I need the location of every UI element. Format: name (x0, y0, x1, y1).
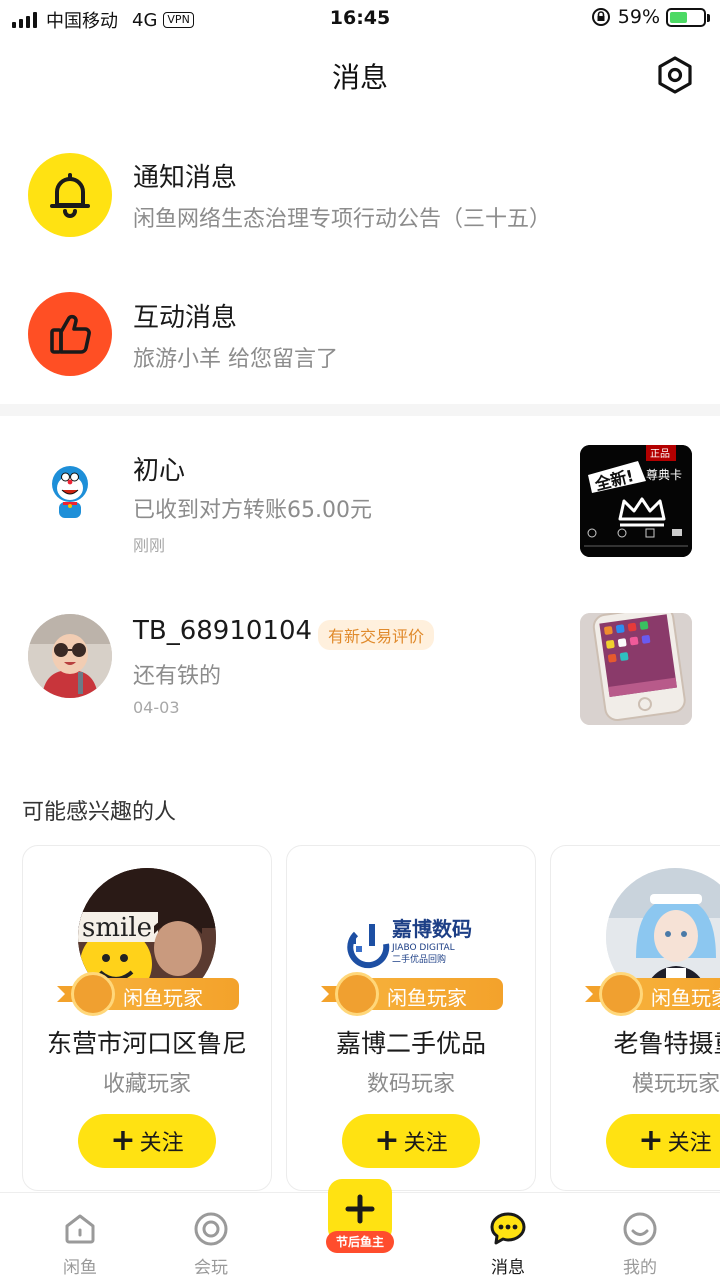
header: 消息 (0, 38, 720, 112)
player-badge-label: 闲鱼玩家 (651, 986, 720, 1010)
avatar (28, 614, 112, 698)
player-badge-label: 闲鱼玩家 (387, 986, 467, 1010)
player-badge-label: 闲鱼玩家 (123, 986, 203, 1010)
avatar-sign-text: smile (82, 913, 152, 943)
suggestion-card[interactable]: 闲鱼玩家 老鲁特摄重 模玩玩家 + 关注 (550, 845, 720, 1191)
follow-button[interactable]: + 关注 (78, 1114, 216, 1168)
notification-messages-row[interactable]: 通知消息 闲鱼网络生态治理专项行动公告（三十五） (0, 140, 720, 250)
nav-item-home[interactable]: 闲鱼 (30, 1193, 130, 1280)
product-thumbnail[interactable] (580, 613, 692, 725)
bell-icon (50, 173, 90, 218)
battery-percent: 59% (617, 6, 660, 28)
follow-button[interactable]: + 关注 (606, 1114, 720, 1168)
chat-preview: 还有铁的 (133, 664, 222, 689)
follow-label: 关注 (403, 1131, 448, 1156)
suggestion-tag: 收藏玩家 (102, 1072, 191, 1097)
avatar (28, 448, 112, 532)
home-icon (65, 1214, 95, 1244)
follow-label: 关注 (139, 1131, 184, 1156)
nav-label: 会玩 (194, 1258, 228, 1278)
interaction-title: 互动消息 (133, 303, 238, 333)
product-subheadline: 尊典卡 (646, 467, 682, 482)
player-badge: 闲鱼玩家 (321, 972, 505, 1016)
suggestion-name: 东营市河口区鲁尼 (46, 1029, 247, 1058)
publish-badge: 节后鱼主 (326, 1231, 394, 1253)
settings-button[interactable] (654, 54, 696, 96)
chat-name: 初心 (133, 456, 186, 486)
nav-label: 消息 (491, 1258, 525, 1278)
product-thumbnail[interactable]: 全新! 尊典卡 正品 (580, 445, 692, 557)
nav-item-me[interactable]: 我的 (590, 1193, 690, 1280)
interaction-avatar (28, 292, 112, 376)
smile-icon (623, 1212, 657, 1246)
logo-tagline: 二手优品回购 (392, 953, 446, 965)
section-divider (0, 404, 720, 416)
suggestion-card[interactable]: smile 闲鱼玩家 东营市河口区鲁尼 收藏玩家 + 关注 (22, 845, 272, 1191)
bottom-nav: 闲鱼 会玩 节后鱼主 消息 我的 (0, 1179, 720, 1280)
settings-icon (658, 56, 692, 94)
nav-label: 我的 (623, 1258, 657, 1278)
suggestion-name: 老鲁特摄重 (613, 1029, 720, 1058)
doraemon-avatar-icon (29, 449, 111, 531)
chat-icon (490, 1212, 526, 1245)
player-badge: 闲鱼玩家 (57, 972, 241, 1016)
suggestion-name: 嘉博二手优品 (335, 1029, 486, 1058)
interaction-subtitle: 旅游小羊 给您留言了 (133, 347, 338, 372)
plus-icon: + (638, 1123, 664, 1158)
chat-time: 刚刚 (133, 536, 166, 555)
follow-label: 关注 (667, 1131, 712, 1156)
suggestion-tag: 数码玩家 (366, 1072, 455, 1097)
product-corner-label: 正品 (650, 448, 670, 460)
plus-icon: + (110, 1123, 136, 1158)
phone-photo-image (580, 613, 692, 725)
suggestion-card[interactable]: 嘉博数码 JIABO DIGITAL 二手优品回购 闲鱼玩家 嘉博二手优品 数码… (286, 845, 536, 1191)
orientation-lock-icon (591, 8, 610, 26)
player-badge: 闲鱼玩家 (585, 972, 720, 1016)
nav-item-messages[interactable]: 消息 (458, 1193, 558, 1280)
child-photo-avatar (28, 614, 112, 698)
chat-row[interactable]: TB_68910104 还有铁的 04-03 (0, 596, 720, 736)
notification-subtitle: 闲鱼网络生态治理专项行动公告（三十五） (133, 207, 552, 232)
chat-preview: 已收到对方转账65.00元 (133, 498, 372, 523)
chat-name: TB_68910104 (133, 616, 313, 646)
notification-avatar (28, 153, 112, 237)
suggestion-tag: 模玩玩家 (631, 1072, 720, 1097)
suggestions-title: 可能感兴趣的人 (22, 800, 177, 825)
nav-label: 闲鱼 (63, 1258, 97, 1278)
product-card-image: 全新! 尊典卡 正品 (580, 445, 692, 557)
chat-time: 04-03 (133, 698, 180, 717)
logo-subtitle: JIABO DIGITAL (391, 943, 455, 953)
status-bar: 中国移动 4G VPN 16:45 59% (0, 0, 720, 38)
battery-icon (666, 7, 710, 27)
trade-review-badge: 有新交易评价 (318, 620, 435, 650)
logo-title: 嘉博数码 (391, 917, 472, 941)
interaction-messages-row[interactable]: 互动消息 旅游小羊 给您留言了 (0, 280, 720, 390)
page-title: 消息 (331, 61, 388, 94)
notification-title: 通知消息 (133, 163, 238, 193)
chat-row[interactable]: 初心 已收到对方转账65.00元 刚刚 全新! 尊典卡 正品 (0, 430, 720, 570)
nav-item-play[interactable]: 会玩 (161, 1193, 261, 1280)
thumbs-up-icon (50, 314, 91, 354)
circle-icon (194, 1212, 228, 1246)
plus-icon: + (374, 1123, 400, 1158)
follow-button[interactable]: + 关注 (342, 1114, 480, 1168)
